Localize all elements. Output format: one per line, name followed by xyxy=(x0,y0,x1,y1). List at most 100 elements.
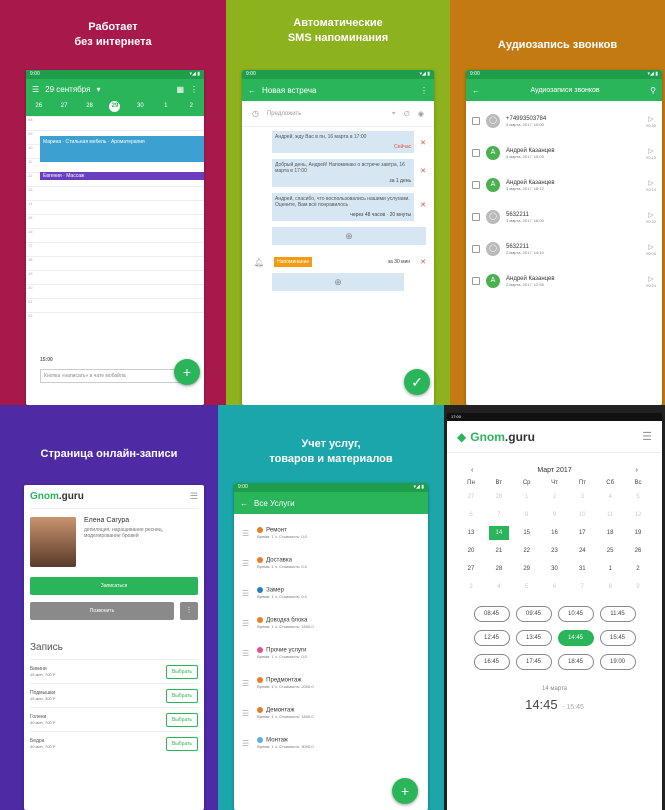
week-day[interactable]: 2 xyxy=(186,101,197,112)
drag-handle-icon[interactable]: ☰ xyxy=(242,649,249,658)
day-cell[interactable]: 6 xyxy=(461,508,481,522)
service-row[interactable]: ☰ Доставка Время: 1 ч, Стоимость: 0.0 xyxy=(242,548,420,578)
day-cell[interactable]: 7 xyxy=(489,508,509,522)
day-cell[interactable]: 6 xyxy=(544,580,564,594)
suggest-field[interactable]: Предложить xyxy=(267,111,384,117)
day-cell[interactable]: 18 xyxy=(600,526,620,540)
pin-icon[interactable]: ⌖ xyxy=(392,110,396,118)
day-cell[interactable]: 22 xyxy=(517,544,537,558)
week-day[interactable]: 27 xyxy=(59,101,70,112)
day-cell[interactable]: 7 xyxy=(572,580,592,594)
call-checkbox[interactable] xyxy=(472,149,480,157)
service-row[interactable]: ☰ Демонтаж Время: 1 ч, Стоимость: 1600.0 xyxy=(242,698,420,728)
add-sms-button[interactable]: ⊕ xyxy=(272,227,426,245)
call-button[interactable]: Позвонить xyxy=(30,602,174,620)
date-selector[interactable]: 29 сентября xyxy=(45,85,90,94)
menu-icon[interactable]: ☰ xyxy=(190,491,198,502)
play-icon[interactable]: ▷ xyxy=(646,275,656,283)
day-cell[interactable]: 27 xyxy=(461,562,481,576)
service-row[interactable]: ☰ Замер Время: 1 ч, Стоимость: 0.0 xyxy=(242,578,420,608)
day-cell[interactable]: 1 xyxy=(600,562,620,576)
week-day[interactable]: 30 xyxy=(135,101,146,112)
category-dropdown[interactable]: Все Услуги xyxy=(254,499,295,508)
confirm-fab[interactable]: ✓ xyxy=(404,369,430,395)
day-cell[interactable]: 13 xyxy=(461,526,481,540)
time-slot[interactable]: 09:45 xyxy=(515,606,552,622)
day-cell[interactable]: 4 xyxy=(600,490,620,504)
day-cell[interactable]: 20 xyxy=(461,544,481,558)
drag-handle-icon[interactable]: ☰ xyxy=(242,619,249,628)
call-checkbox[interactable] xyxy=(472,245,480,253)
week-day[interactable]: 26 xyxy=(33,101,44,112)
close-icon[interactable]: ✕ xyxy=(420,139,426,147)
book-button[interactable]: Записаться xyxy=(30,577,198,595)
time-slot[interactable]: 14:45 xyxy=(557,630,594,646)
time-slot[interactable]: 19:00 xyxy=(599,654,636,670)
play-icon[interactable]: ▷ xyxy=(646,211,656,219)
select-button[interactable]: Выбрать xyxy=(165,688,198,703)
day-cell[interactable]: 2 xyxy=(544,490,564,504)
drag-handle-icon[interactable]: ☰ xyxy=(242,679,249,688)
time-slot[interactable]: 12:45 xyxy=(473,630,510,646)
call-checkbox[interactable] xyxy=(472,277,480,285)
time-slot[interactable]: 18:45 xyxy=(557,654,594,670)
week-day[interactable]: 1 xyxy=(160,101,171,112)
event-block[interactable]: Марина · Стильная мебель · Ароматерапия xyxy=(40,136,204,162)
time-slot[interactable]: 15:45 xyxy=(599,630,636,646)
day-cell[interactable]: 29 xyxy=(517,562,537,576)
service-row[interactable]: ☰ Предмонтаж Время: 1 ч, Стоимость: 2000.0 xyxy=(242,668,420,698)
event-block[interactable]: Евгения · Массаж xyxy=(40,172,204,180)
sms-bubble[interactable]: Андрей, жду Вас в пн, 16 марта в 17:00 Се… xyxy=(272,131,415,153)
service-row[interactable]: ☰ Монтаж Время: 1 ч, Стоимость: 3000.0 xyxy=(242,728,420,758)
call-row[interactable]: А Андрей Казанцев 4 марта, 2017, 15:03 ▷ 00:… xyxy=(472,137,656,169)
more-icon[interactable]: ⋮ xyxy=(190,85,198,94)
call-row[interactable]: ◯ 5632211 2 марта, 2017, 14:10 ▷ 00:05 xyxy=(472,233,656,265)
reminder-chip[interactable]: Напоминание xyxy=(274,257,313,267)
add-fab[interactable]: + xyxy=(392,778,418,804)
day-cell[interactable]: 2 xyxy=(628,562,648,576)
day-cell[interactable]: 3 xyxy=(461,580,481,594)
drag-handle-icon[interactable]: ☰ xyxy=(242,589,249,598)
day-cell[interactable]: 11 xyxy=(600,508,620,522)
call-row[interactable]: ◯ 5632211 3 марта, 2017, 16:00 ▷ 00:30 xyxy=(472,201,656,233)
select-button[interactable]: Выбрать xyxy=(165,664,198,679)
drag-handle-icon[interactable]: ☰ xyxy=(242,559,249,568)
call-row[interactable]: А Андрей Казанцев 3 марта, 2017, 18:12 ▷ 00:… xyxy=(472,169,656,201)
back-arrow-icon[interactable]: ← xyxy=(472,86,480,95)
day-cell[interactable]: 14 xyxy=(488,526,509,540)
menu-icon[interactable]: ☰ xyxy=(642,430,652,443)
day-cell[interactable]: 17 xyxy=(572,526,592,540)
day-cell[interactable]: 8 xyxy=(600,580,620,594)
day-cell[interactable]: 8 xyxy=(517,508,537,522)
call-checkbox[interactable] xyxy=(472,181,480,189)
service-row[interactable]: ☰ Ремонт Время: 1 ч, Стоимость: 0.0 xyxy=(242,518,420,548)
day-cell[interactable]: 28 xyxy=(489,490,509,504)
add-reminder-button[interactable]: ⊕ xyxy=(272,273,404,291)
day-cell[interactable]: 15 xyxy=(517,526,537,540)
time-slot[interactable]: 08:45 xyxy=(473,606,510,622)
day-cell[interactable]: 31 xyxy=(572,562,592,576)
calendar-icon[interactable]: ▦ xyxy=(176,85,184,94)
day-cell[interactable]: 4 xyxy=(489,580,509,594)
day-cell[interactable]: 27 xyxy=(461,490,481,504)
day-cell[interactable]: 28 xyxy=(489,562,509,576)
select-button[interactable]: Выбрать xyxy=(165,736,198,751)
day-cell[interactable]: 26 xyxy=(628,544,648,558)
chat-input[interactable]: Кнопка «написать» в чате мобайла xyxy=(40,369,180,383)
day-cell[interactable]: 16 xyxy=(544,526,564,540)
time-slot[interactable]: 11:45 xyxy=(599,606,636,622)
day-cell[interactable]: 23 xyxy=(544,544,564,558)
back-arrow-icon[interactable]: ← xyxy=(248,86,256,95)
time-slot[interactable]: 17:45 xyxy=(515,654,552,670)
day-cell[interactable]: 12 xyxy=(628,508,648,522)
day-cell[interactable]: 1 xyxy=(517,490,537,504)
chevron-down-icon[interactable]: ▾ xyxy=(96,85,100,94)
week-day[interactable]: 29 xyxy=(109,101,121,112)
camera-icon[interactable]: ◉ xyxy=(418,110,424,118)
play-icon[interactable]: ▷ xyxy=(646,179,656,187)
day-cell[interactable]: 25 xyxy=(600,544,620,558)
select-button[interactable]: Выбрать xyxy=(165,712,198,727)
day-cell[interactable]: 5 xyxy=(517,580,537,594)
service-row[interactable]: ☰ Прочие услуги Время: 1 ч, Стоимость: 0.0 xyxy=(242,638,420,668)
day-cell[interactable]: 21 xyxy=(489,544,509,558)
